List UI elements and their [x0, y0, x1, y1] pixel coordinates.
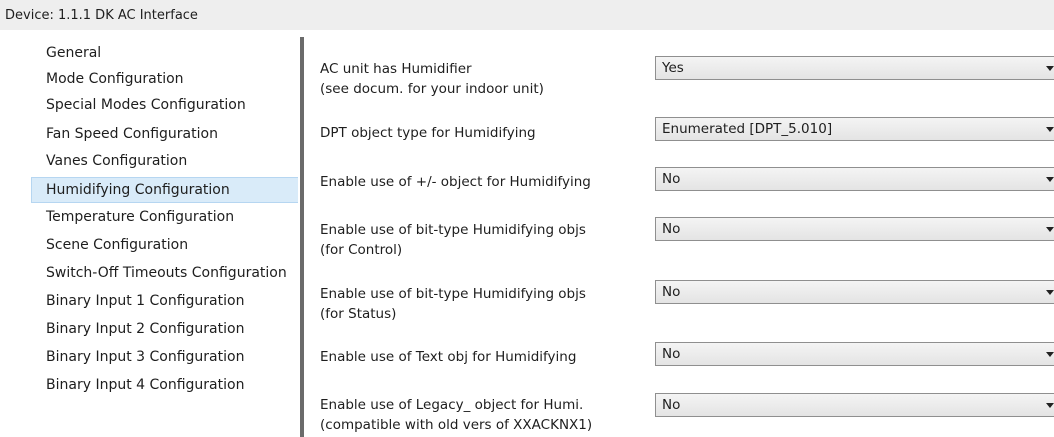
- chevron-down-icon: [1046, 127, 1054, 132]
- sidebar-item-binary-input-2-configuration[interactable]: Binary Input 2 Configuration: [31, 317, 298, 343]
- param-label-dpt-type: DPT object type for Humidifying: [320, 125, 536, 141]
- chevron-down-icon: [1046, 177, 1054, 182]
- sidebar-item-fan-speed-configuration[interactable]: Fan Speed Configuration: [31, 122, 298, 148]
- chevron-down-icon: [1046, 352, 1054, 357]
- sidebar-item-vanes-configuration[interactable]: Vanes Configuration: [31, 149, 298, 175]
- title-bar: Device: 1.1.1 DK AC Interface: [0, 0, 1054, 30]
- param-label-legacy-object: Enable use of Legacy_ object for Humi. (c…: [320, 397, 593, 433]
- param-label-bit-control: Enable use of bit-type Humidifying objs(…: [320, 222, 586, 258]
- chevron-down-icon: [1046, 66, 1054, 71]
- plus-minus-object-select[interactable]: No: [655, 167, 1054, 191]
- sidebar-item-scene-configuration[interactable]: Scene Configuration: [31, 233, 298, 259]
- sidebar-item-binary-input-3-configuration[interactable]: Binary Input 3 Configuration: [31, 345, 298, 371]
- bit-control-select[interactable]: No: [655, 217, 1054, 241]
- param-label-bit-status: Enable use of bit-type Humidifying objs(…: [320, 286, 586, 322]
- parameter-panel: AC unit has Humidifier (see docum. for yo…: [304, 30, 1054, 437]
- text-object-select[interactable]: No: [655, 342, 1054, 366]
- bit-status-select[interactable]: No: [655, 280, 1054, 304]
- sidebar-item-special-modes-configuration[interactable]: Special Modes Configuration: [31, 93, 298, 119]
- sidebar-item-mode-configuration[interactable]: Mode Configuration: [31, 67, 298, 93]
- sidebar-item-binary-input-1-configuration[interactable]: Binary Input 1 Configuration: [31, 289, 298, 315]
- param-label-plus-minus-object: Enable use of +/- object for Humidifying: [320, 174, 591, 190]
- chevron-down-icon: [1046, 403, 1054, 408]
- sidebar-item-temperature-configuration[interactable]: Temperature Configuration: [31, 205, 298, 231]
- sidebar-item-switch-off-timeouts-configuration[interactable]: Switch-Off Timeouts Configuration: [31, 261, 298, 287]
- chevron-down-icon: [1046, 227, 1054, 232]
- dpt-type-select[interactable]: Enumerated [DPT_5.010]: [655, 117, 1054, 141]
- param-label-humidifier: AC unit has Humidifier (see docum. for yo…: [320, 61, 544, 97]
- sidebar: General Mode Configuration Special Modes…: [0, 30, 300, 437]
- device-title: Device: 1.1.1 DK AC Interface: [5, 8, 198, 23]
- humidifier-select[interactable]: Yes: [655, 56, 1054, 80]
- sidebar-item-binary-input-4-configuration[interactable]: Binary Input 4 Configuration: [31, 373, 298, 399]
- sidebar-item-humidifying-configuration[interactable]: Humidifying Configuration: [31, 177, 298, 203]
- chevron-down-icon: [1046, 290, 1054, 295]
- param-label-text-object: Enable use of Text obj for Humidifying: [320, 349, 577, 365]
- sidebar-item-general[interactable]: General: [31, 41, 298, 67]
- legacy-object-select[interactable]: No: [655, 393, 1054, 417]
